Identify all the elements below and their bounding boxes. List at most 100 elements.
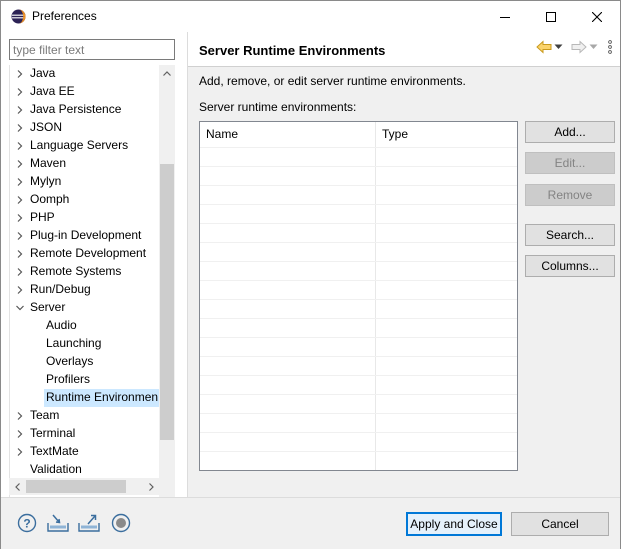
tree-item[interactable]: Team	[10, 407, 162, 425]
table-row-line	[200, 394, 517, 395]
apply-and-close-button[interactable]: Apply and Close	[406, 512, 502, 536]
cancel-button[interactable]: Cancel	[511, 512, 609, 536]
tree-item[interactable]: Remote Development	[10, 245, 162, 263]
table-row-line	[200, 451, 517, 452]
view-menu-icon[interactable]	[608, 40, 612, 54]
tree-item[interactable]: Validation	[10, 461, 162, 479]
help-icon[interactable]: ?	[16, 512, 38, 534]
tree-item-label: JSON	[30, 120, 63, 134]
tree-item[interactable]: Java EE	[10, 83, 162, 101]
chevron-right-icon[interactable]	[15, 249, 25, 259]
table-row-line	[200, 432, 517, 433]
filter-input[interactable]	[9, 39, 175, 60]
export-icon[interactable]	[78, 512, 100, 534]
tree-item[interactable]: Plug-in Development	[10, 227, 162, 245]
tree-item[interactable]: Audio	[10, 317, 162, 335]
minimize-button[interactable]	[482, 1, 528, 32]
edit-button: Edit...	[525, 152, 615, 174]
chevron-right-icon[interactable]	[15, 429, 25, 439]
column-header-name[interactable]: Name	[200, 122, 375, 147]
table-row-line	[200, 280, 517, 281]
chevron-down-icon[interactable]	[15, 303, 25, 313]
table-row-line	[200, 337, 517, 338]
chevron-right-icon[interactable]	[15, 285, 25, 295]
chevron-right-icon[interactable]	[15, 69, 25, 79]
tree-item[interactable]: PHP	[10, 209, 162, 227]
chevron-right-icon[interactable]	[15, 213, 25, 223]
tree-item[interactable]: Language Servers	[10, 137, 162, 155]
tree-item[interactable]: Server	[10, 299, 162, 317]
tree-item[interactable]: Java	[10, 65, 162, 83]
minimize-icon	[500, 16, 510, 18]
search-button[interactable]: Search...	[525, 224, 615, 246]
scroll-right-arrow-icon[interactable]	[143, 479, 159, 495]
tree-item-label: Language Servers	[30, 138, 129, 152]
tree-item[interactable]: Runtime Environmen	[44, 389, 162, 407]
columns-button[interactable]: Columns...	[525, 255, 615, 277]
add-button[interactable]: Add...	[525, 121, 615, 143]
chevron-right-icon[interactable]	[15, 123, 25, 133]
tree-item[interactable]: Terminal	[10, 425, 162, 443]
tree-item[interactable]: TextMate	[10, 443, 162, 461]
tree-item-label: Remote Development	[30, 246, 147, 260]
table-row-line	[200, 261, 517, 262]
tree-item-label: Java	[30, 66, 56, 80]
scroll-up-arrow-icon[interactable]	[159, 65, 175, 81]
close-button[interactable]	[574, 1, 620, 32]
chevron-right-icon[interactable]	[15, 411, 25, 421]
tree-item[interactable]: Run/Debug	[10, 281, 162, 299]
eclipse-logo-icon	[11, 9, 26, 24]
record-icon[interactable]	[110, 512, 132, 534]
dialog-footer: ? Apply and Close Cancel	[1, 497, 620, 549]
scrollbar-thumb[interactable]	[160, 164, 174, 440]
tree-item[interactable]: Java Persistence	[10, 101, 162, 119]
column-separator	[517, 122, 518, 471]
table-row-line	[200, 413, 517, 414]
tree-item-label: Runtime Environmen	[46, 390, 159, 404]
chevron-right-icon[interactable]	[15, 177, 25, 187]
back-arrow-icon[interactable]	[536, 40, 552, 54]
chevron-right-icon[interactable]	[15, 231, 25, 241]
chevron-right-icon[interactable]	[15, 159, 25, 169]
tree-item[interactable]: Mylyn	[10, 173, 162, 191]
scroll-left-arrow-icon[interactable]	[9, 479, 25, 495]
chevron-right-icon[interactable]	[15, 195, 25, 205]
scrollbar-thumb[interactable]	[26, 480, 126, 493]
column-separator[interactable]	[375, 122, 376, 470]
tree-horizontal-scrollbar[interactable]	[9, 478, 159, 495]
tree-item[interactable]: Launching	[10, 335, 162, 353]
table-row-line	[200, 299, 517, 300]
tree-item[interactable]: Overlays	[10, 353, 162, 371]
import-icon[interactable]	[47, 512, 69, 534]
back-dropdown-chevron-icon[interactable]	[554, 44, 563, 50]
preferences-tree[interactable]: Java Java EE Java Persistence JSON Language …	[9, 65, 175, 511]
chevron-right-icon[interactable]	[15, 447, 25, 457]
table-row-line	[200, 470, 518, 471]
table-row-line	[200, 375, 517, 376]
runtime-environments-table[interactable]: Name Type	[199, 121, 518, 471]
chevron-right-icon[interactable]	[15, 87, 25, 97]
tree-item-label: Java Persistence	[30, 102, 122, 116]
tree-item[interactable]: JSON	[10, 119, 162, 137]
preferences-navigation: Java Java EE Java Persistence JSON Language …	[1, 32, 187, 511]
maximize-icon	[546, 11, 556, 22]
chevron-right-icon[interactable]	[15, 141, 25, 151]
tree-item[interactable]: Profilers	[10, 371, 162, 389]
tree-item-label: Run/Debug	[30, 282, 91, 296]
table-row-line	[200, 166, 517, 167]
svg-text:?: ?	[23, 517, 30, 531]
preference-page: Server Runtime Environments Add, remove,…	[188, 32, 620, 497]
maximize-button[interactable]	[528, 1, 574, 32]
tree-item-label: Maven	[30, 156, 67, 170]
chevron-right-icon[interactable]	[15, 105, 25, 115]
tree-item[interactable]: Maven	[10, 155, 162, 173]
tree-vertical-scrollbar[interactable]	[159, 65, 175, 511]
tree-item-label: Plug-in Development	[30, 228, 142, 242]
tree-item[interactable]: Oomph	[10, 191, 162, 209]
runtime-list-label: Server runtime environments:	[199, 100, 357, 114]
tree-item-label: TextMate	[30, 444, 79, 458]
tree-item-label: Java EE	[30, 84, 75, 98]
chevron-right-icon[interactable]	[15, 267, 25, 277]
tree-item[interactable]: Remote Systems	[10, 263, 162, 281]
column-header-type[interactable]: Type	[376, 122, 517, 147]
